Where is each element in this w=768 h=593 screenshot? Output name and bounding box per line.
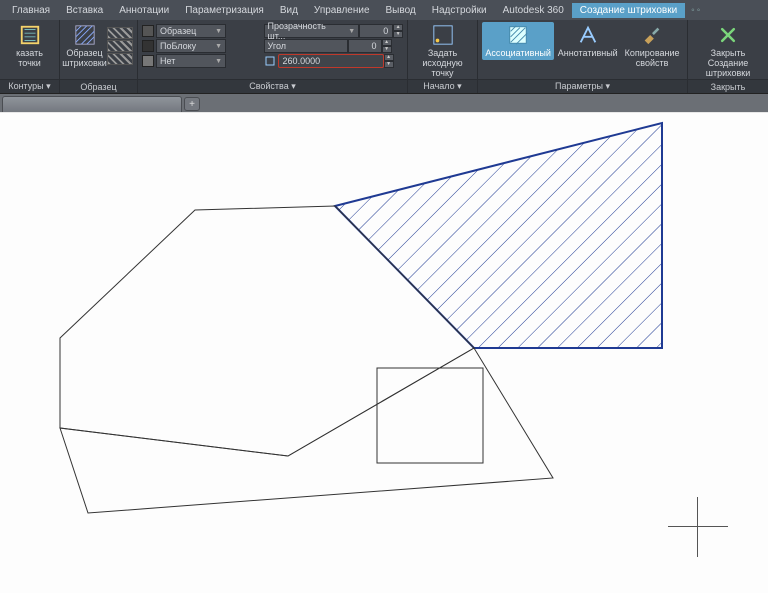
scale-value[interactable]: 260.0000 bbox=[278, 54, 384, 68]
hatched-polygon[interactable] bbox=[335, 123, 662, 348]
pick-points-button[interactable]: казать точки bbox=[4, 22, 55, 70]
group-close: Закрыть Создание штриховки bbox=[688, 20, 768, 79]
polygon-lower[interactable] bbox=[60, 348, 553, 513]
hatch-swatch-column bbox=[107, 27, 133, 65]
group-sample: Образец штриховки bbox=[60, 20, 138, 79]
hatch-sample-button[interactable]: Образец штриховки bbox=[64, 22, 105, 70]
add-tab-button[interactable]: + bbox=[184, 97, 200, 111]
pattern-color-icon bbox=[142, 40, 154, 52]
menu-item-active[interactable]: Создание штриховки bbox=[572, 3, 685, 18]
hatch-swatch[interactable] bbox=[107, 53, 133, 65]
group-origin: Задать исходную точку bbox=[408, 20, 478, 79]
pattern-bg-icon bbox=[142, 55, 154, 67]
group-label[interactable]: Контуры ▾ bbox=[0, 80, 60, 93]
hatch-swatch[interactable] bbox=[107, 40, 133, 52]
drawing-canvas[interactable] bbox=[0, 113, 768, 593]
document-tab[interactable] bbox=[2, 96, 182, 112]
close-icon bbox=[717, 24, 739, 46]
menu-item[interactable]: Вставка bbox=[58, 3, 111, 18]
close-hatch-label: Закрыть Создание штриховки bbox=[696, 48, 760, 78]
menu-item[interactable]: Вид bbox=[272, 3, 306, 18]
hatch-sample-label: Образец штриховки bbox=[62, 48, 107, 68]
pick-points-icon bbox=[19, 24, 41, 46]
menu-item[interactable]: Управление bbox=[306, 3, 378, 18]
pattern-bg-select[interactable]: Нет▼ bbox=[156, 54, 226, 68]
angle-spinner[interactable]: ▲▼ bbox=[382, 39, 392, 53]
menu-item[interactable]: Аннотации bbox=[111, 3, 177, 18]
angle-value[interactable]: 0 bbox=[348, 39, 382, 53]
group-label: Закрыть bbox=[688, 80, 768, 93]
menu-bar: Главная Вставка Аннотации Параметризация… bbox=[0, 0, 768, 20]
menu-item[interactable]: Вывод bbox=[378, 3, 424, 18]
match-properties-label: Копирование свойств bbox=[625, 48, 680, 68]
menu-item[interactable]: Надстройки bbox=[424, 3, 495, 18]
angle-label: Угол bbox=[264, 39, 348, 53]
group-label[interactable]: Параметры ▾ bbox=[478, 80, 688, 93]
menu-overflow-icon[interactable]: ◦◦ bbox=[691, 5, 702, 16]
group-label[interactable]: Свойства ▾ bbox=[138, 80, 408, 93]
document-tab-strip: + bbox=[0, 94, 768, 112]
ribbon: казать точки Образец штриховки Образец▼ bbox=[0, 20, 768, 80]
group-label: Образец bbox=[60, 80, 138, 93]
transparency-value[interactable]: 0 bbox=[359, 24, 393, 38]
rectangle-shape[interactable] bbox=[377, 368, 483, 463]
transparency-spinner[interactable]: ▲▼ bbox=[393, 24, 403, 38]
pick-points-label: казать точки bbox=[8, 48, 51, 68]
drawing-svg bbox=[0, 113, 768, 593]
pattern-type-icon bbox=[142, 25, 154, 37]
pattern-color-select[interactable]: ПоБлоку▼ bbox=[156, 39, 226, 53]
scale-spinner[interactable]: ▲▼ bbox=[384, 54, 394, 68]
menu-item[interactable]: Autodesk 360 bbox=[495, 3, 572, 18]
associative-label: Ассоциативный bbox=[485, 48, 551, 58]
transparency-select[interactable]: Прозрачность шт...▼ bbox=[264, 24, 360, 38]
associative-button[interactable]: Ассоциативный bbox=[482, 22, 554, 60]
group-properties: Образец▼ ПоБлоку▼ Нет▼ Прозрачность шт..… bbox=[138, 20, 408, 79]
crosshair-cursor bbox=[668, 497, 728, 557]
hatch-sample-icon bbox=[74, 24, 96, 46]
menu-item[interactable]: Главная bbox=[4, 3, 58, 18]
set-origin-label: Задать исходную точку bbox=[416, 48, 469, 78]
annotative-label: Аннотативный bbox=[558, 48, 618, 58]
match-properties-button[interactable]: Копирование свойств bbox=[621, 22, 683, 70]
brush-icon bbox=[641, 24, 663, 46]
group-options: Ассоциативный Аннотативный Копирование с… bbox=[478, 20, 688, 79]
set-origin-button[interactable]: Задать исходную точку bbox=[412, 22, 473, 80]
scale-icon bbox=[264, 55, 276, 67]
group-label[interactable]: Начало ▾ bbox=[408, 80, 478, 93]
ribbon-group-labels: Контуры ▾ Образец Свойства ▾ Начало ▾ Па… bbox=[0, 80, 768, 94]
origin-icon bbox=[432, 24, 454, 46]
hatch-swatch[interactable] bbox=[107, 27, 133, 39]
associative-icon bbox=[507, 24, 529, 46]
pattern-type-select[interactable]: Образец▼ bbox=[156, 24, 226, 38]
annotative-button[interactable]: Аннотативный bbox=[554, 22, 621, 60]
close-hatch-button[interactable]: Закрыть Создание штриховки bbox=[692, 22, 764, 80]
group-contours: казать точки bbox=[0, 20, 60, 79]
menu-item[interactable]: Параметризация bbox=[177, 3, 272, 18]
annotative-icon bbox=[577, 24, 599, 46]
